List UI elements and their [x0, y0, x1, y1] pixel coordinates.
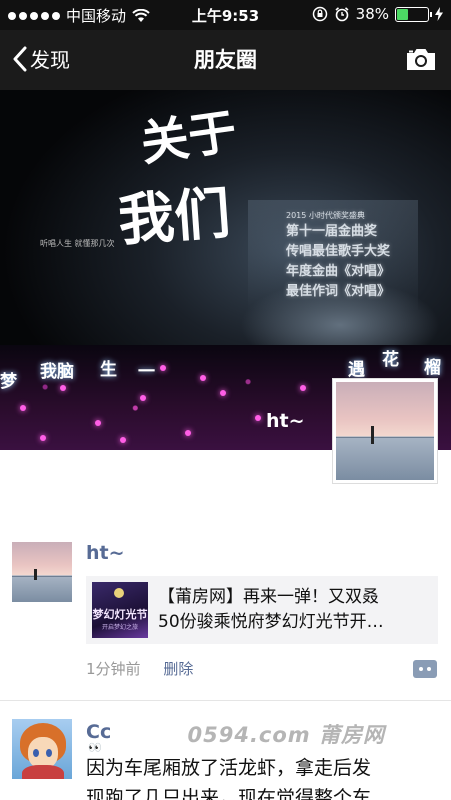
avatar-body — [22, 765, 64, 779]
light-stick — [120, 437, 126, 443]
lyric-char: 遇 — [348, 360, 365, 380]
avatar-person — [33, 569, 37, 580]
shared-link-title-line: 【莆房网】再来一弹！又双叒 — [158, 587, 379, 607]
avatar-shoreline — [336, 436, 434, 438]
delete-link[interactable]: 删除 — [163, 660, 193, 678]
cover-screen-line: 最佳作词《对唱》 — [286, 284, 391, 299]
thumb-subtitle: 开启梦幻之旅 — [101, 624, 138, 631]
sunset-avatar-image — [12, 542, 72, 602]
post-text: 因为车尾厢放了活龙虾，拿走后发 现跑了几只出来，现在觉得整个车 — [86, 753, 426, 800]
cover-screen-small: 2015 小时代颁奖盛典 — [286, 211, 365, 220]
charging-icon — [435, 7, 443, 21]
cover-screen-line: 年度金曲《对唱》 — [286, 264, 391, 279]
post-avatar[interactable] — [12, 542, 72, 602]
cover-screen-text: 2015 小时代颁奖盛典 第十一届金曲奖 传唱最佳歌手大奖 年度金曲《对唱》 最… — [286, 210, 416, 302]
comment-menu-icon[interactable] — [413, 660, 437, 678]
page-title: 朋友圈 — [194, 48, 257, 72]
avatar-person — [371, 426, 375, 444]
profile-name: ht~ — [266, 410, 305, 432]
battery-fill — [397, 8, 409, 20]
profile-avatar[interactable] — [332, 378, 438, 484]
battery-icon — [395, 6, 432, 22]
cover-calligraphy-line1: 关于 — [137, 103, 241, 173]
moments-feed: ht~ 梦幻灯光节 开启梦幻之旅 【莆房网】再来一弹！又双叒 50份骏乘悦府梦幻… — [0, 450, 451, 800]
lyric-char: 榴 — [424, 358, 441, 378]
shared-link-title-line: 50份骏乘悦府梦幻灯光节开… — [158, 612, 384, 632]
alarm-icon — [335, 7, 349, 22]
shared-link-thumbnail: 梦幻灯光节 开启梦幻之旅 — [92, 582, 148, 638]
light-stick — [95, 420, 101, 426]
moment-post: Cc 👀 因为车尾厢放了活龙虾，拿走后发 现跑了几只出来，现在觉得整个车 059… — [0, 701, 451, 800]
post-time: 1分钟前 — [86, 660, 141, 678]
lock-rotation-icon — [312, 6, 327, 22]
cover-small-hint: 听唱人生 就懂那几次 — [40, 239, 115, 248]
post-author-name[interactable]: ht~ — [86, 542, 125, 564]
thumb-moon — [114, 588, 124, 598]
cover-calligraphy-line2: 我们 — [116, 180, 233, 254]
lyric-char: 我脑 — [40, 362, 74, 382]
lyric-char: 生 — [100, 360, 117, 380]
avatar-eye — [33, 749, 39, 757]
nav-bar: 发现 朋友圈 — [0, 30, 451, 90]
light-stick — [255, 415, 261, 421]
camera-icon — [407, 49, 435, 70]
status-bar: 中国移动 上午9:53 38% — [0, 0, 451, 30]
post-meta: 1分钟前 删除 — [86, 658, 193, 679]
moment-post: ht~ 梦幻灯光节 开启梦幻之旅 【莆房网】再来一弹！又双叒 50份骏乘悦府梦幻… — [0, 450, 451, 700]
lyric-char: 一 — [138, 362, 155, 382]
shared-link-title: 【莆房网】再来一弹！又双叒 50份骏乘悦府梦幻灯光节开… — [158, 585, 430, 635]
status-right: 38% — [312, 5, 443, 23]
post-text-line: 现跑了几只出来，现在觉得整个车 — [86, 787, 372, 800]
anime-avatar-image — [12, 719, 72, 779]
post-avatar[interactable] — [12, 719, 72, 779]
cover-screen-line: 第十一届金曲奖 — [286, 224, 378, 239]
light-stick — [185, 430, 191, 436]
light-stick — [40, 435, 46, 441]
site-watermark: 0594.com 莆房网 — [187, 723, 385, 747]
avatar-eye — [46, 749, 52, 757]
thumb-title: 梦幻灯光节 — [92, 608, 148, 621]
battery-percent: 38% — [355, 5, 389, 23]
shared-link-card[interactable]: 梦幻灯光节 开启梦幻之旅 【莆房网】再来一弹！又双叒 50份骏乘悦府梦幻灯光节开… — [86, 576, 438, 644]
camera-button[interactable] — [405, 46, 437, 76]
post-text-line: 因为车尾厢放了活龙虾，拿走后发 — [86, 757, 372, 779]
light-stick — [20, 405, 26, 411]
sunset-avatar-image — [336, 382, 434, 480]
cover-screen-line: 传唱最佳歌手大奖 — [286, 244, 391, 259]
lyric-char: 梦 — [0, 372, 17, 392]
post-author-name[interactable]: Cc — [86, 721, 111, 743]
lyric-char: 花 — [382, 350, 399, 370]
avatar-shoreline — [12, 575, 72, 577]
